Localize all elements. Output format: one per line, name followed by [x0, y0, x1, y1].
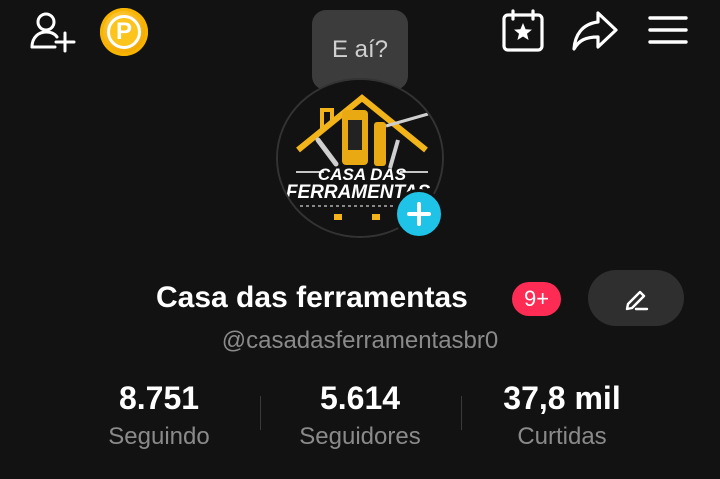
hamburger-menu-icon: [648, 16, 688, 44]
following-count: 8.751: [118, 380, 200, 416]
notification-badge[interactable]: 9+: [512, 282, 562, 316]
avatar-add-button[interactable]: [394, 189, 444, 239]
stat-followers[interactable]: 5.614 Seguidores: [260, 380, 460, 451]
followers-count: 5.614: [319, 380, 401, 416]
tooltip: E aí?: [312, 10, 408, 98]
coin-button[interactable]: P: [100, 8, 148, 56]
likes-count: 37,8 mil: [503, 380, 621, 416]
plus-icon: [407, 202, 431, 226]
menu-button[interactable]: [646, 10, 690, 50]
share-arrow-icon: [572, 11, 618, 51]
stat-following[interactable]: 8.751 Seguindo: [59, 380, 259, 451]
followers-label: Seguidores: [299, 423, 421, 450]
likes-label: Curtidas: [517, 423, 607, 450]
add-user-icon: [30, 12, 76, 53]
following-label: Seguindo: [108, 423, 210, 450]
profile-handle: @casadasferramentasbr0: [0, 327, 720, 355]
calendar-button[interactable]: [498, 8, 548, 54]
handle-text: @casadasferramentasbr0: [221, 327, 499, 354]
calendar-star-icon: [502, 9, 544, 52]
tooltip-text: E aí?: [331, 36, 389, 63]
coin-icon: P: [107, 15, 141, 49]
add-friend-button[interactable]: [26, 6, 78, 56]
share-button[interactable]: [568, 8, 622, 54]
stat-likes[interactable]: 37,8 mil Curtidas: [462, 380, 662, 451]
pencil-icon: [625, 290, 649, 311]
profile-name: Casa das ferramentas: [156, 281, 468, 314]
edit-profile-button[interactable]: [588, 270, 684, 326]
